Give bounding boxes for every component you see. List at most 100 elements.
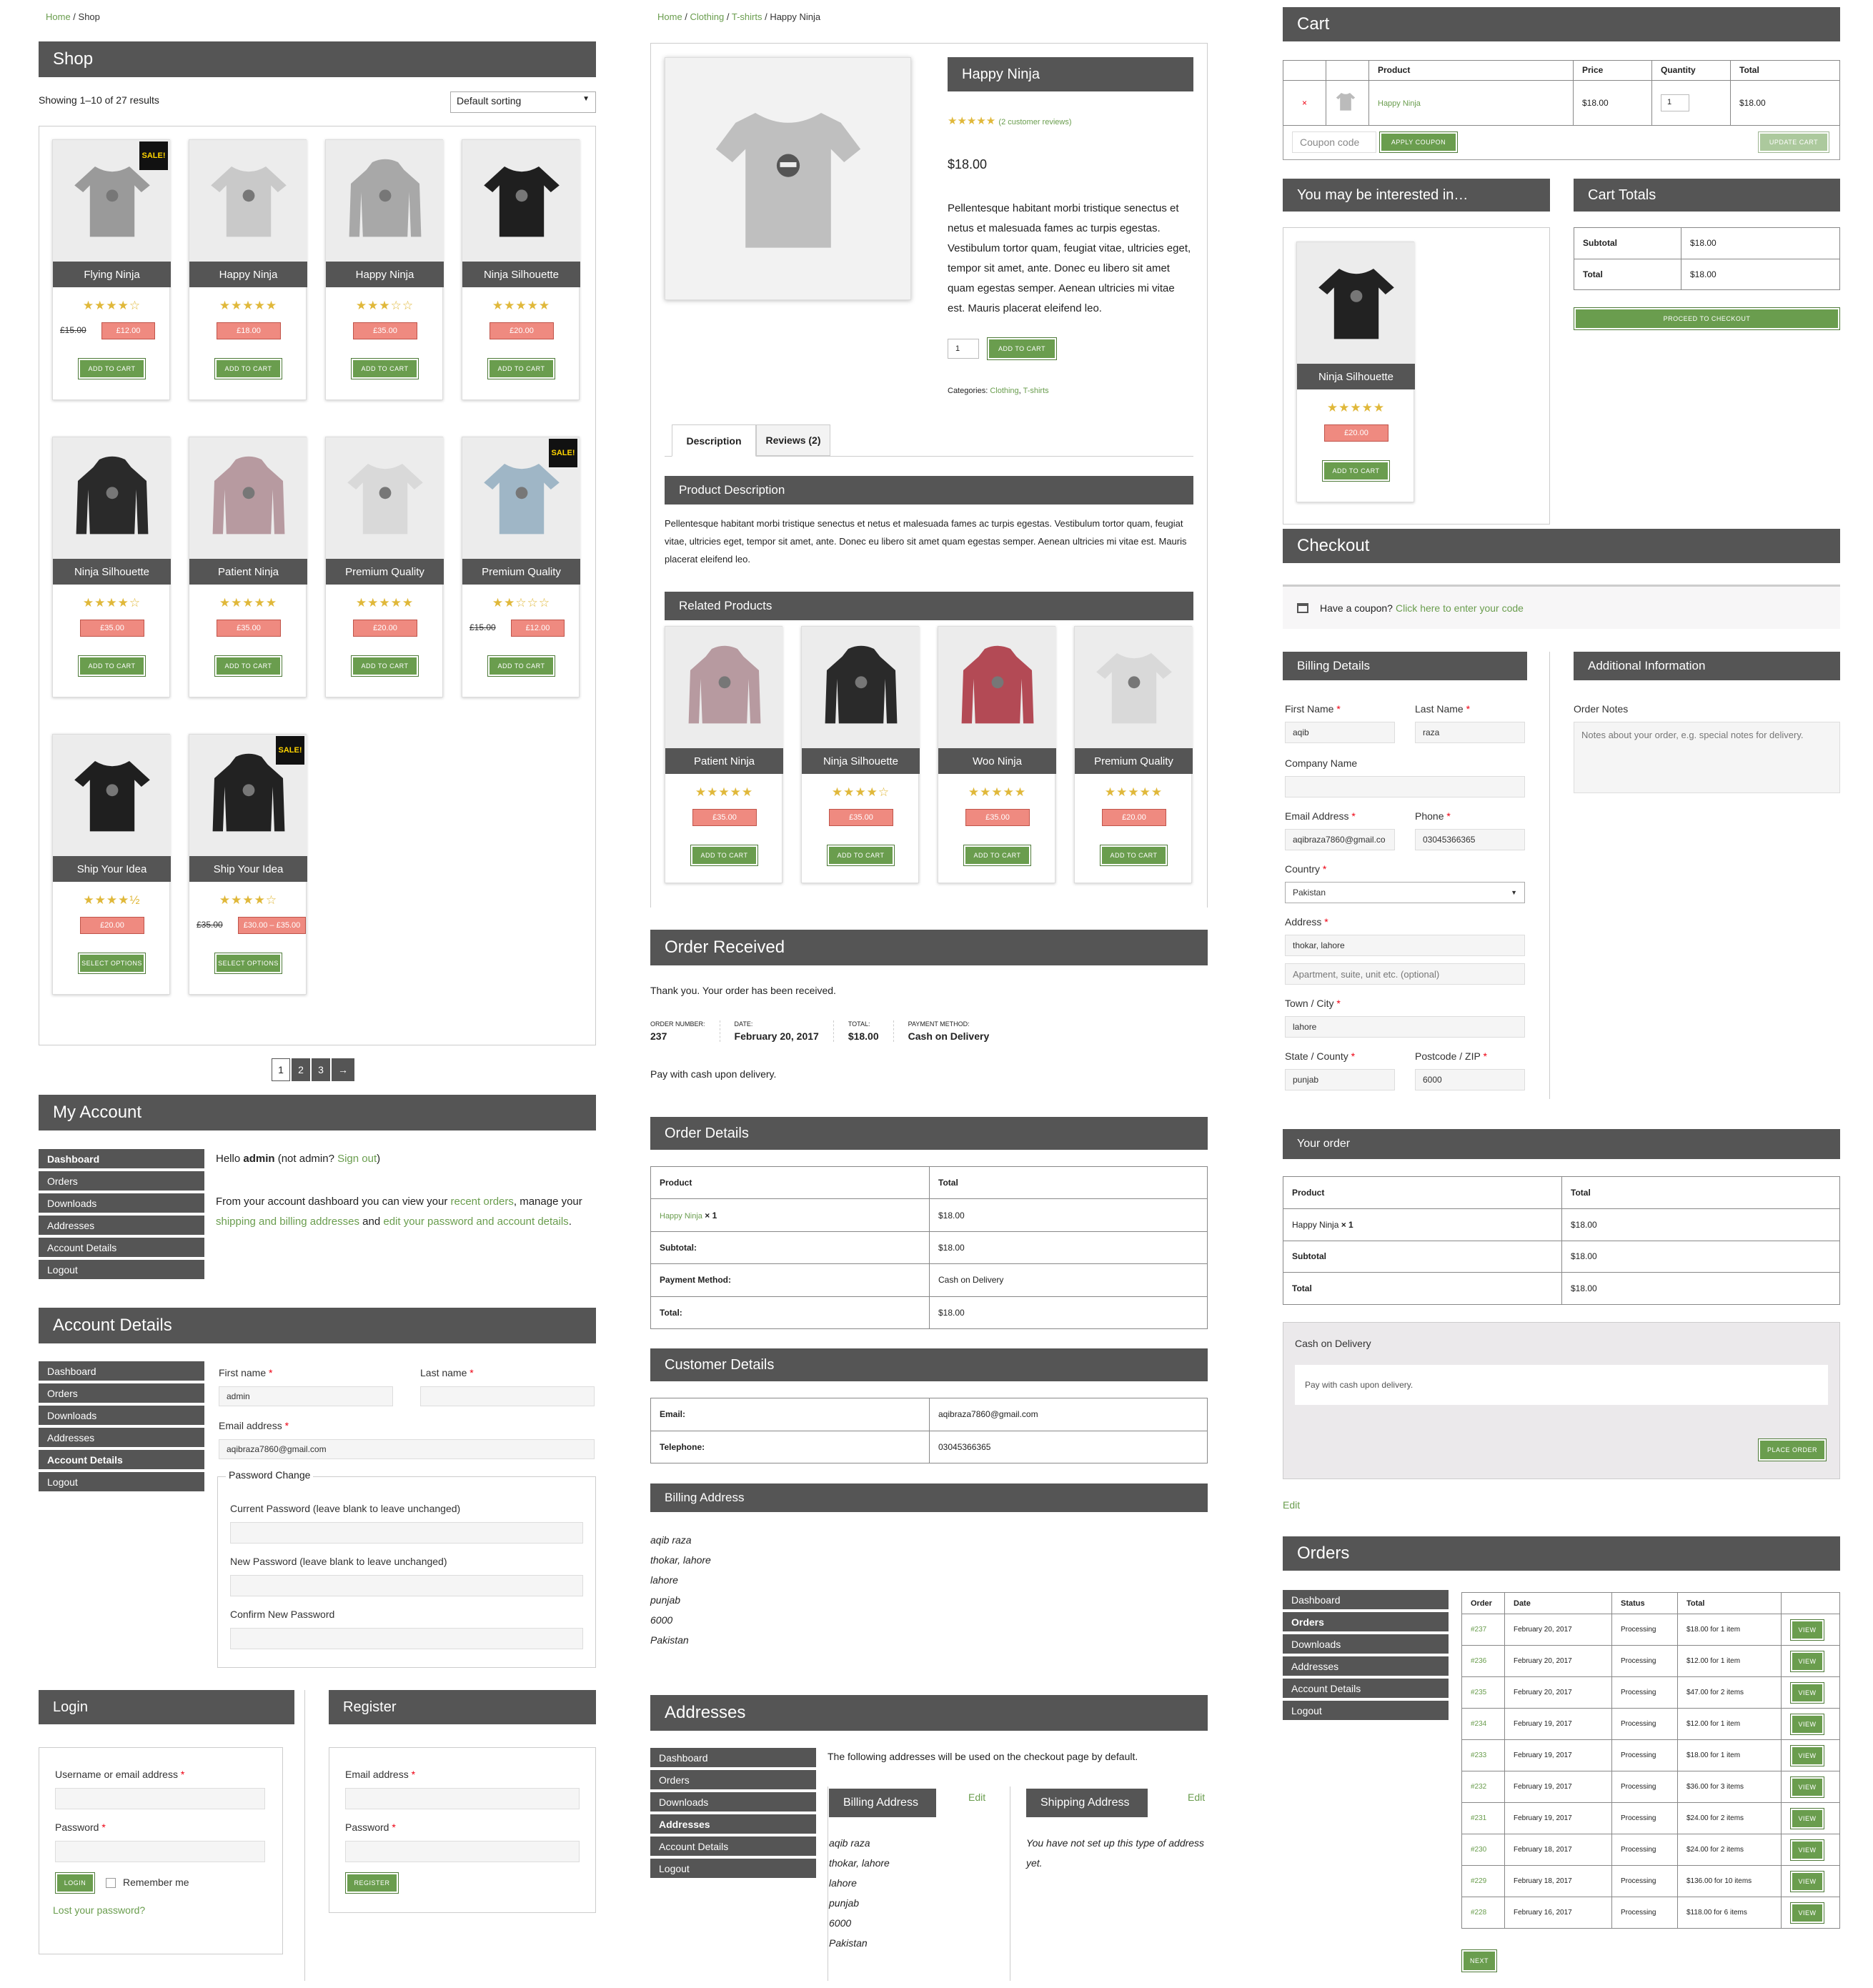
nav-addresses[interactable]: Addresses <box>39 1216 204 1236</box>
page-2[interactable]: 2 <box>292 1058 310 1081</box>
email-field[interactable]: aqibraza7860@gmail.com <box>219 1439 595 1459</box>
username-field[interactable] <box>55 1788 265 1809</box>
nav-orders[interactable]: Orders <box>39 1171 204 1191</box>
checkout-first-name-field[interactable]: aqib <box>1285 722 1395 743</box>
product-card[interactable]: SALE! Flying Ninja ★★★★☆ £15.00 £12.00 ADD TO… <box>52 139 171 400</box>
login-button[interactable]: LOGIN <box>55 1872 95 1894</box>
nav-account-details[interactable]: Account Details <box>39 1238 204 1258</box>
register-password-field[interactable] <box>345 1841 580 1862</box>
order-number-link[interactable]: #235 <box>1461 1676 1505 1709</box>
nav-addresses[interactable]: Addresses <box>1283 1656 1449 1676</box>
nav-account-details[interactable]: Account Details <box>39 1450 204 1470</box>
product-card[interactable]: Ninja Silhouette ★★★★★ £20.00 ADD TO CART <box>462 139 580 400</box>
select-options-button[interactable]: SELECT OPTIONS <box>214 953 282 974</box>
last-name-field[interactable] <box>420 1386 595 1406</box>
product-card[interactable]: Patient Ninja ★★★★★ £35.00 ADD TO CART <box>665 626 783 883</box>
proceed-to-checkout-button[interactable]: PROCEED TO CHECKOUT <box>1574 307 1840 330</box>
add-to-cart-button[interactable]: ADD TO CART <box>1322 460 1390 482</box>
order-number-link[interactable]: #229 <box>1461 1865 1505 1897</box>
remove-icon[interactable]: × <box>1283 79 1326 126</box>
enter-coupon-link[interactable]: Click here to enter your code <box>1396 602 1524 614</box>
add-to-cart-button[interactable]: ADD TO CART <box>827 845 895 866</box>
first-name-field[interactable]: admin <box>219 1386 393 1406</box>
order-number-link[interactable]: #228 <box>1461 1897 1505 1929</box>
reviews-link[interactable]: (2 customer reviews) <box>998 118 1071 126</box>
order-number-link[interactable]: #230 <box>1461 1834 1505 1866</box>
nav-downloads[interactable]: Downloads <box>39 1406 204 1426</box>
product-card[interactable]: Premium Quality ★★★★★ £20.00 ADD TO CART <box>325 437 444 697</box>
breadcrumb-home-link[interactable]: Home <box>46 11 71 22</box>
orders-next-button[interactable]: NEXT <box>1461 1949 1497 1972</box>
cart-item-link[interactable]: Happy Ninja <box>1378 99 1421 108</box>
nav-orders[interactable]: Orders <box>39 1383 204 1403</box>
page-next-arrow-icon[interactable]: → <box>332 1058 354 1081</box>
view-order-button[interactable]: VIEW <box>1790 1619 1824 1641</box>
view-order-button[interactable]: VIEW <box>1790 1902 1824 1924</box>
add-to-cart-button[interactable]: ADD TO CART <box>214 655 282 677</box>
nav-downloads[interactable]: Downloads <box>650 1792 816 1812</box>
nav-logout[interactable]: Logout <box>39 1472 204 1492</box>
select-options-button[interactable]: SELECT OPTIONS <box>78 953 146 974</box>
view-order-button[interactable]: VIEW <box>1790 1807 1824 1829</box>
sign-out-link[interactable]: Sign out <box>337 1153 377 1165</box>
quantity-stepper[interactable]: 1 <box>948 339 979 359</box>
add-to-cart-button[interactable]: ADD TO CART <box>78 358 146 379</box>
nav-account-details[interactable]: Account Details <box>650 1837 816 1857</box>
address2-field[interactable]: Apartment, suite, unit etc. (optional) <box>1285 963 1525 985</box>
add-to-cart-button[interactable]: ADD TO CART <box>487 358 555 379</box>
cod-label[interactable]: Cash on Delivery <box>1295 1338 1371 1349</box>
product-card[interactable]: Happy Ninja ★★★☆☆ £35.00 ADD TO CART <box>325 139 444 400</box>
recent-orders-link[interactable]: recent orders <box>451 1196 514 1208</box>
add-to-cart-button[interactable]: ADD TO CART <box>351 655 419 677</box>
nav-dashboard[interactable]: Dashboard <box>39 1149 204 1169</box>
order-number-link[interactable]: #232 <box>1461 1771 1505 1803</box>
view-order-button[interactable]: VIEW <box>1790 1870 1824 1892</box>
lost-password-link[interactable]: Lost your password? <box>53 1904 145 1916</box>
product-card[interactable]: Ninja Silhouette ★★★★☆ £35.00 ADD TO CART <box>801 626 920 883</box>
cart-quantity-stepper[interactable]: 1 <box>1661 94 1689 111</box>
nav-orders[interactable]: Orders <box>1283 1612 1449 1632</box>
company-field[interactable] <box>1285 776 1525 797</box>
add-to-cart-button[interactable]: ADD TO CART <box>78 655 146 677</box>
product-card[interactable]: Premium Quality ★★★★★ £20.00 ADD TO CART <box>1074 626 1193 883</box>
state-field[interactable]: punjab <box>1285 1069 1395 1090</box>
add-to-cart-button[interactable]: ADD TO CART <box>214 358 282 379</box>
product-card[interactable]: SALE! Ship Your Idea ★★★★☆ £35.00 £30.00 – £… <box>189 734 307 995</box>
confirm-password-field[interactable] <box>230 1628 583 1649</box>
current-password-field[interactable] <box>230 1522 583 1544</box>
register-button[interactable]: REGISTER <box>345 1872 399 1894</box>
add-to-cart-button[interactable]: ADD TO CART <box>987 337 1057 360</box>
address-field[interactable]: thokar, lahore <box>1285 935 1525 956</box>
nav-orders[interactable]: Orders <box>650 1770 816 1790</box>
tab-description[interactable]: Description <box>672 424 756 457</box>
nav-logout[interactable]: Logout <box>650 1859 816 1879</box>
view-order-button[interactable]: VIEW <box>1790 1744 1824 1766</box>
addresses-link[interactable]: shipping and billing addresses <box>216 1216 359 1228</box>
order-number-link[interactable]: #237 <box>1461 1614 1505 1646</box>
nav-logout[interactable]: Logout <box>1283 1701 1449 1721</box>
interested-product-card[interactable]: Ninja Silhouette ★★★★★ £20.00 ADD TO CAR… <box>1296 242 1415 502</box>
order-number-link[interactable]: #234 <box>1461 1708 1505 1740</box>
add-to-cart-button[interactable]: ADD TO CART <box>1100 845 1168 866</box>
product-card[interactable]: Happy Ninja ★★★★★ £18.00 ADD TO CART <box>189 139 307 400</box>
checkout-edit-link[interactable]: Edit <box>1283 1499 1300 1511</box>
add-to-cart-button[interactable]: ADD TO CART <box>351 358 419 379</box>
nav-downloads[interactable]: Downloads <box>1283 1634 1449 1654</box>
edit-shipping-link[interactable]: Edit <box>1188 1791 1205 1803</box>
order-number-link[interactable]: #231 <box>1461 1802 1505 1834</box>
register-email-field[interactable] <box>345 1788 580 1809</box>
view-order-button[interactable]: VIEW <box>1790 1713 1824 1735</box>
nav-dashboard[interactable]: Dashboard <box>39 1361 204 1381</box>
place-order-button[interactable]: PLACE ORDER <box>1758 1438 1827 1461</box>
category-clothing-link[interactable]: Clothing <box>990 387 1018 395</box>
update-cart-button[interactable]: UPDATE CART <box>1758 131 1829 153</box>
country-select[interactable]: Pakistan ▼ <box>1285 882 1525 903</box>
nav-logout[interactable]: Logout <box>39 1260 204 1280</box>
category-tshirts-link[interactable]: T-shirts <box>1023 387 1049 395</box>
remember-checkbox[interactable] <box>106 1878 116 1888</box>
product-card[interactable]: Ninja Silhouette ★★★★☆ £35.00 ADD TO CART <box>52 437 171 697</box>
edit-account-link[interactable]: edit your password and account details <box>383 1216 568 1228</box>
order-item-link[interactable]: Happy Ninja <box>660 1212 702 1221</box>
view-order-button[interactable]: VIEW <box>1790 1776 1824 1798</box>
product-card[interactable]: SALE! Premium Quality ★★☆☆☆ £15.00 £12.00 ADD… <box>462 437 580 697</box>
